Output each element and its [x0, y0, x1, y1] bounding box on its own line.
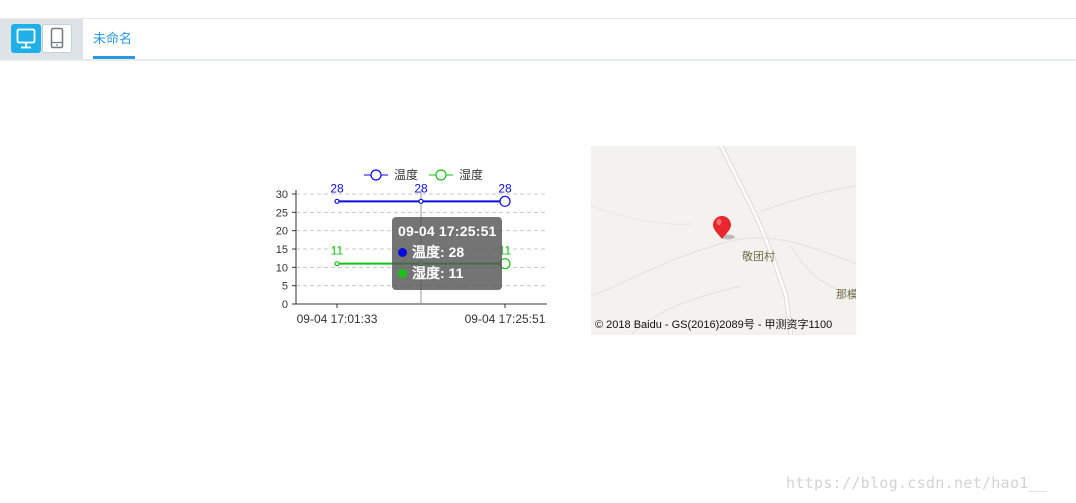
active-tab-indicator	[93, 56, 135, 59]
mobile-view-button[interactable]	[42, 24, 72, 53]
tooltip-time: 09-04 17:25:51	[398, 223, 497, 239]
data-label: 28	[330, 181, 344, 195]
map-copyright: © 2018 Baidu - GS(2016)2089号 - 甲测资字1100	[595, 319, 833, 331]
x-tick-label: 09-04 17:01:33	[297, 312, 378, 326]
tooltip-dot-icon	[398, 268, 407, 278]
map-label-place: 那模	[836, 289, 856, 301]
tab-unnamed[interactable]: 未命名	[93, 19, 132, 59]
data-point	[418, 198, 424, 204]
tooltip-row-humidity: 湿度: 11	[398, 263, 502, 284]
y-tick-label: 0	[282, 299, 288, 311]
data-label: 28	[414, 181, 428, 195]
map-view[interactable]: 敬团村 那模 © 2018 Baidu - GS(2016)2089号 - 甲测…	[591, 146, 856, 335]
tooltip-temperature-text: 温度: 28	[412, 244, 465, 260]
y-tick-label: 25	[276, 207, 288, 219]
legend-marker	[370, 169, 382, 181]
y-tick-label: 5	[282, 281, 288, 293]
data-point	[334, 198, 340, 204]
x-tick-label: 09-04 17:25:51	[465, 312, 546, 326]
data-point	[499, 195, 511, 207]
tooltip-humidity-text: 湿度: 11	[412, 265, 464, 281]
editor-toolbar: 未命名	[0, 19, 1076, 61]
chart-tooltip: 09-04 17:25:51 温度: 28 湿度: 11	[392, 217, 502, 290]
tooltip-row-temperature: 温度: 28	[398, 242, 502, 263]
watermark: https://blog.csdn.net/hao1__	[786, 474, 1048, 492]
desktop-view-button[interactable]	[11, 24, 41, 53]
y-tick-label: 10	[276, 262, 288, 274]
map-label-village: 敬团村	[742, 251, 775, 263]
data-label: 11	[331, 244, 344, 258]
device-switch	[0, 19, 83, 59]
tooltip-dot-icon	[398, 247, 407, 257]
y-tick-label: 15	[276, 244, 288, 256]
data-point	[334, 261, 340, 267]
legend-label: 湿度	[459, 167, 483, 182]
data-label: 28	[498, 181, 512, 195]
y-tick-label: 20	[276, 226, 288, 238]
legend-label: 温度	[394, 167, 418, 182]
legend-marker	[435, 169, 447, 181]
y-tick-label: 30	[276, 189, 288, 201]
